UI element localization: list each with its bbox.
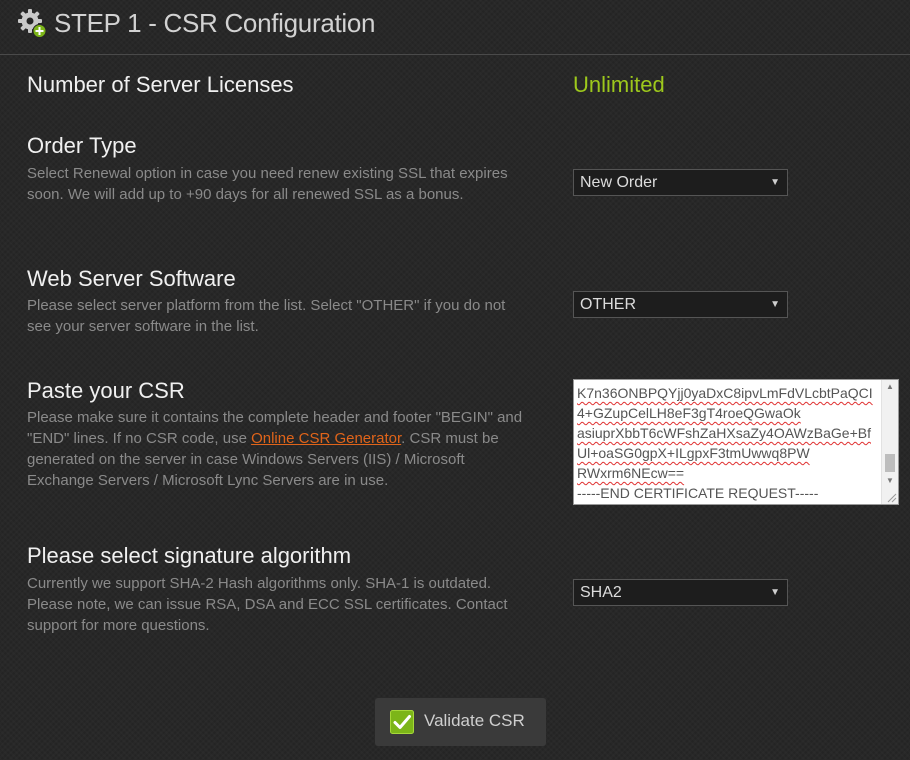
web-server-select[interactable]: OTHER ▼ xyxy=(573,291,788,318)
order-type-description: Select Renewal option in case you need r… xyxy=(27,165,508,203)
dropdown-arrow-icon: ▼ xyxy=(770,177,780,188)
order-type-select[interactable]: New Order ▼ xyxy=(573,169,788,196)
online-csr-generator-link[interactable]: Online CSR Generator xyxy=(251,430,401,447)
csr-textarea[interactable]: K7n36ONBPQYjj0yaDxC8ipvLmFdVLcbtPaQCI 4+… xyxy=(573,379,899,505)
checkmark-icon xyxy=(390,710,414,734)
scrollbar-thumb[interactable] xyxy=(885,454,895,472)
web-server-selected: OTHER xyxy=(580,296,636,313)
csr-line: asiuprXbbT6cWFshZaHXsaZy4OAWzBaGe+Bf xyxy=(577,425,871,441)
csr-line: RWxrm6NEcw== xyxy=(577,465,685,481)
web-server-description: Please select server platform from the l… xyxy=(27,297,506,335)
signature-selected: SHA2 xyxy=(580,584,622,601)
csr-scrollbar[interactable]: ▲ ▼ xyxy=(881,380,898,504)
csr-line: Ul+oaSG0gpX+ILgpxF3tmUwwq8PW xyxy=(577,445,810,461)
page-title: STEP 1 - CSR Configuration xyxy=(54,8,376,38)
dropdown-arrow-icon: ▼ xyxy=(770,587,780,598)
csr-line: -----END CERTIFICATE REQUEST----- xyxy=(577,485,819,501)
csr-label: Paste your CSR xyxy=(27,378,185,403)
signature-description: Currently we support SHA-2 Hash algorith… xyxy=(27,575,508,634)
signature-select[interactable]: SHA2 ▼ xyxy=(573,579,788,606)
scroll-down-arrow-icon[interactable]: ▼ xyxy=(882,474,898,488)
csr-line: 4+GZupCelLH8eF3gT4roeQGwaOk xyxy=(577,405,801,421)
csr-content: K7n36ONBPQYjj0yaDxC8ipvLmFdVLcbtPaQCI 4+… xyxy=(577,383,879,503)
licenses-value: Unlimited xyxy=(573,72,665,97)
csr-description: Please make sure it contains the complet… xyxy=(27,407,527,491)
order-type-label: Order Type xyxy=(27,133,137,158)
dropdown-arrow-icon: ▼ xyxy=(770,299,780,310)
order-type-selected: New Order xyxy=(580,174,658,191)
resize-grip-icon[interactable] xyxy=(885,491,897,503)
signature-label: Please select signature algorithm xyxy=(27,543,352,568)
page-header: STEP 1 - CSR Configuration xyxy=(0,0,910,55)
scroll-up-arrow-icon[interactable]: ▲ xyxy=(882,380,898,394)
web-server-label: Web Server Software xyxy=(27,266,236,291)
gear-add-icon xyxy=(18,9,47,38)
licenses-label: Number of Server Licenses xyxy=(27,72,294,97)
csr-line: K7n36ONBPQYjj0yaDxC8ipvLmFdVLcbtPaQCI xyxy=(577,385,873,401)
validate-csr-button[interactable]: Validate CSR xyxy=(375,698,546,746)
validate-csr-label: Validate CSR xyxy=(424,711,525,730)
